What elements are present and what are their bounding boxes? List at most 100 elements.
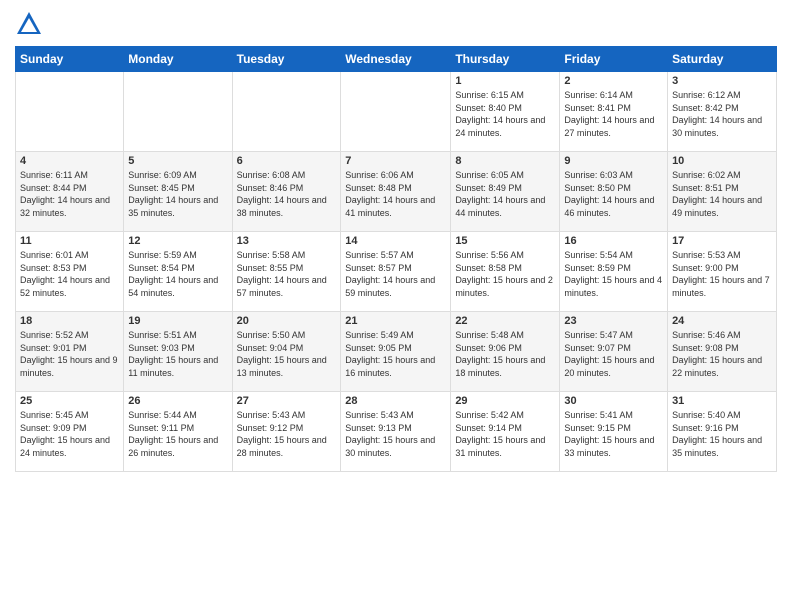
col-monday: Monday [124, 47, 232, 72]
day-info: Sunrise: 6:14 AMSunset: 8:41 PMDaylight:… [564, 89, 663, 139]
calendar-cell: 18 Sunrise: 5:52 AMSunset: 9:01 PMDayligh… [16, 312, 124, 392]
day-info: Sunrise: 5:43 AMSunset: 9:12 PMDaylight:… [237, 409, 337, 459]
header [15, 10, 777, 38]
day-number: 30 [564, 395, 663, 407]
calendar-cell: 22 Sunrise: 5:48 AMSunset: 9:06 PMDayligh… [451, 312, 560, 392]
calendar-cell [16, 72, 124, 152]
day-number: 3 [672, 75, 772, 87]
day-number: 26 [128, 395, 227, 407]
day-info: Sunrise: 5:48 AMSunset: 9:06 PMDaylight:… [455, 329, 555, 379]
day-number: 25 [20, 395, 119, 407]
calendar-cell: 7Sunrise: 6:06 AMSunset: 8:48 PMDaylight… [341, 152, 451, 232]
col-thursday: Thursday [451, 47, 560, 72]
day-number: 6 [237, 155, 337, 167]
day-number: 29 [455, 395, 555, 407]
day-info: Sunrise: 5:45 AMSunset: 9:09 PMDaylight:… [20, 409, 119, 459]
day-info: Sunrise: 5:59 AMSunset: 8:54 PMDaylight:… [128, 249, 227, 299]
day-info: Sunrise: 5:43 AMSunset: 9:13 PMDaylight:… [345, 409, 446, 459]
calendar-cell: 26 Sunrise: 5:44 AMSunset: 9:11 PMDayligh… [124, 392, 232, 472]
day-number: 28 [345, 395, 446, 407]
calendar-cell: 2Sunrise: 6:14 AMSunset: 8:41 PMDaylight… [560, 72, 668, 152]
calendar-cell: 27 Sunrise: 5:43 AMSunset: 9:12 PMDayligh… [232, 392, 341, 472]
calendar-cell: 4Sunrise: 6:11 AMSunset: 8:44 PMDaylight… [16, 152, 124, 232]
page: Sunday Monday Tuesday Wednesday Thursday… [0, 0, 792, 612]
day-number: 1 [455, 75, 555, 87]
day-info: Sunrise: 5:58 AMSunset: 8:55 PMDaylight:… [237, 249, 337, 299]
day-info: Sunrise: 5:57 AMSunset: 8:57 PMDaylight:… [345, 249, 446, 299]
day-number: 16 [564, 235, 663, 247]
day-info: Sunrise: 6:09 AMSunset: 8:45 PMDaylight:… [128, 169, 227, 219]
col-saturday: Saturday [668, 47, 777, 72]
day-info: Sunrise: 6:06 AMSunset: 8:48 PMDaylight:… [345, 169, 446, 219]
day-info: Sunrise: 5:47 AMSunset: 9:07 PMDaylight:… [564, 329, 663, 379]
calendar-header-row: Sunday Monday Tuesday Wednesday Thursday… [16, 47, 777, 72]
calendar-cell: 16 Sunrise: 5:54 AMSunset: 8:59 PMDayligh… [560, 232, 668, 312]
calendar-cell: 8 Sunrise: 6:05 AMSunset: 8:49 PMDaylight… [451, 152, 560, 232]
day-number: 5 [128, 155, 227, 167]
day-number: 27 [237, 395, 337, 407]
day-info: Sunrise: 5:52 AMSunset: 9:01 PMDaylight:… [20, 329, 119, 379]
day-info: Sunrise: 6:01 AMSunset: 8:53 PMDaylight:… [20, 249, 119, 299]
day-number: 19 [128, 315, 227, 327]
calendar-cell: 24 Sunrise: 5:46 AMSunset: 9:08 PMDayligh… [668, 312, 777, 392]
day-number: 8 [455, 155, 555, 167]
calendar-week-row: 18 Sunrise: 5:52 AMSunset: 9:01 PMDayligh… [16, 312, 777, 392]
day-info: Sunrise: 5:46 AMSunset: 9:08 PMDaylight:… [672, 329, 772, 379]
calendar-week-row: 1 Sunrise: 6:15 AMSunset: 8:40 PMDaylight… [16, 72, 777, 152]
day-info: Sunrise: 6:02 AMSunset: 8:51 PMDaylight:… [672, 169, 772, 219]
calendar-cell: 30 Sunrise: 5:41 AMSunset: 9:15 PMDayligh… [560, 392, 668, 472]
day-info: Sunrise: 5:53 AMSunset: 9:00 PMDaylight:… [672, 249, 772, 299]
day-number: 23 [564, 315, 663, 327]
calendar-cell: 13 Sunrise: 5:58 AMSunset: 8:55 PMDayligh… [232, 232, 341, 312]
day-info: Sunrise: 6:05 AMSunset: 8:49 PMDaylight:… [455, 169, 555, 219]
calendar-cell: 5 Sunrise: 6:09 AMSunset: 8:45 PMDaylight… [124, 152, 232, 232]
calendar-week-row: 11Sunrise: 6:01 AMSunset: 8:53 PMDayligh… [16, 232, 777, 312]
day-info: Sunrise: 5:42 AMSunset: 9:14 PMDaylight:… [455, 409, 555, 459]
calendar-cell: 3 Sunrise: 6:12 AMSunset: 8:42 PMDaylight… [668, 72, 777, 152]
day-info: Sunrise: 5:56 AMSunset: 8:58 PMDaylight:… [455, 249, 555, 299]
day-info: Sunrise: 6:12 AMSunset: 8:42 PMDaylight:… [672, 89, 772, 139]
calendar-table: Sunday Monday Tuesday Wednesday Thursday… [15, 46, 777, 472]
logo [15, 10, 47, 38]
day-number: 22 [455, 315, 555, 327]
day-number: 18 [20, 315, 119, 327]
day-info: Sunrise: 6:03 AMSunset: 8:50 PMDaylight:… [564, 169, 663, 219]
day-number: 15 [455, 235, 555, 247]
calendar-week-row: 25 Sunrise: 5:45 AMSunset: 9:09 PMDayligh… [16, 392, 777, 472]
day-info: Sunrise: 6:11 AMSunset: 8:44 PMDaylight:… [20, 169, 119, 219]
calendar-cell: 20Sunrise: 5:50 AMSunset: 9:04 PMDayligh… [232, 312, 341, 392]
day-info: Sunrise: 5:54 AMSunset: 8:59 PMDaylight:… [564, 249, 663, 299]
logo-icon [15, 10, 43, 38]
calendar-cell [341, 72, 451, 152]
calendar-cell: 12 Sunrise: 5:59 AMSunset: 8:54 PMDayligh… [124, 232, 232, 312]
day-info: Sunrise: 5:50 AMSunset: 9:04 PMDaylight:… [237, 329, 337, 379]
day-number: 12 [128, 235, 227, 247]
calendar-cell: 14Sunrise: 5:57 AMSunset: 8:57 PMDayligh… [341, 232, 451, 312]
calendar-cell: 28 Sunrise: 5:43 AMSunset: 9:13 PMDayligh… [341, 392, 451, 472]
calendar-cell: 19Sunrise: 5:51 AMSunset: 9:03 PMDayligh… [124, 312, 232, 392]
day-number: 24 [672, 315, 772, 327]
col-tuesday: Tuesday [232, 47, 341, 72]
calendar-cell: 21 Sunrise: 5:49 AMSunset: 9:05 PMDayligh… [341, 312, 451, 392]
day-number: 13 [237, 235, 337, 247]
calendar-cell: 11Sunrise: 6:01 AMSunset: 8:53 PMDayligh… [16, 232, 124, 312]
calendar-cell: 6 Sunrise: 6:08 AMSunset: 8:46 PMDaylight… [232, 152, 341, 232]
day-number: 9 [564, 155, 663, 167]
calendar-cell: 9 Sunrise: 6:03 AMSunset: 8:50 PMDaylight… [560, 152, 668, 232]
calendar-cell: 17Sunrise: 5:53 AMSunset: 9:00 PMDayligh… [668, 232, 777, 312]
day-number: 31 [672, 395, 772, 407]
calendar-cell: 15 Sunrise: 5:56 AMSunset: 8:58 PMDayligh… [451, 232, 560, 312]
day-info: Sunrise: 5:44 AMSunset: 9:11 PMDaylight:… [128, 409, 227, 459]
calendar-cell: 10Sunrise: 6:02 AMSunset: 8:51 PMDayligh… [668, 152, 777, 232]
day-info: Sunrise: 5:40 AMSunset: 9:16 PMDaylight:… [672, 409, 772, 459]
col-wednesday: Wednesday [341, 47, 451, 72]
col-friday: Friday [560, 47, 668, 72]
calendar-cell [232, 72, 341, 152]
day-info: Sunrise: 6:08 AMSunset: 8:46 PMDaylight:… [237, 169, 337, 219]
calendar-week-row: 4Sunrise: 6:11 AMSunset: 8:44 PMDaylight… [16, 152, 777, 232]
calendar-cell: 29 Sunrise: 5:42 AMSunset: 9:14 PMDayligh… [451, 392, 560, 472]
day-info: Sunrise: 6:15 AMSunset: 8:40 PMDaylight:… [455, 89, 555, 139]
day-number: 21 [345, 315, 446, 327]
day-info: Sunrise: 5:41 AMSunset: 9:15 PMDaylight:… [564, 409, 663, 459]
day-info: Sunrise: 5:49 AMSunset: 9:05 PMDaylight:… [345, 329, 446, 379]
